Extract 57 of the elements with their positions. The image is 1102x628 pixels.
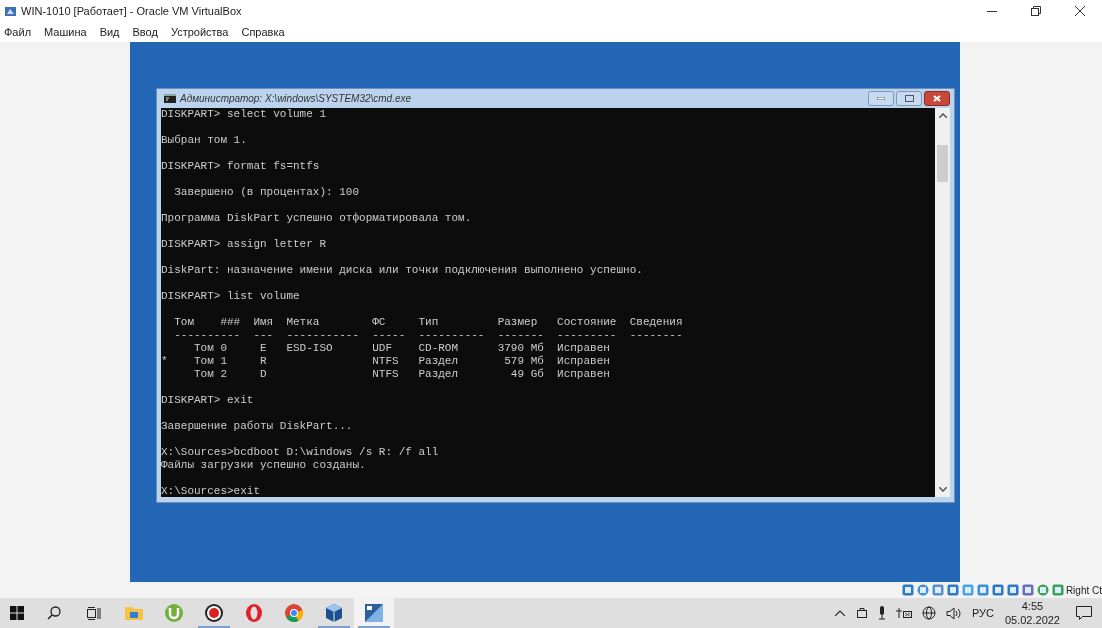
- menu-item[interactable]: Ввод: [132, 23, 158, 41]
- close-icon: [1075, 6, 1085, 16]
- console-line: Завершение работы DiskPart...: [161, 420, 353, 432]
- menu-item[interactable]: Машина: [44, 23, 87, 41]
- torrent-icon: [164, 603, 184, 623]
- console-line: Том ### Имя Метка ФС Тип Размер Состояние Сведения: [173, 316, 683, 328]
- console-line: Файлы загрузки успешно созданы.: [161, 459, 366, 471]
- search-icon: [47, 606, 61, 620]
- speaker-icon[interactable]: [945, 606, 962, 620]
- language-indicator[interactable]: РУС: [971, 604, 994, 622]
- scroll-thumb[interactable]: [937, 145, 948, 182]
- console-line: Том 0 E ESD-ISO UDF CD-ROM 3790 Мб Исправен: [193, 342, 610, 354]
- host-key-label: Right Ct: [1065, 583, 1102, 598]
- minimize-icon: [987, 10, 997, 12]
- chrome-icon: [284, 603, 304, 623]
- chevron-up-icon[interactable]: [834, 610, 845, 616]
- console-line: Выбран том 1.: [161, 134, 247, 146]
- close-button[interactable]: [924, 91, 950, 106]
- console-line: DISKPART> list volume: [161, 290, 300, 302]
- menu-item[interactable]: Вид: [99, 23, 120, 41]
- console-line: DISKPART> exit: [161, 394, 254, 406]
- clock[interactable]: 4:55 05.02.2022: [1004, 599, 1060, 627]
- console-line: X:\Sources>exit: [161, 485, 261, 497]
- opera-icon: [244, 603, 264, 623]
- app-tile-icon: [364, 603, 384, 623]
- scroll-up-icon: [938, 113, 947, 118]
- console-line: Том 2 D NTFS Раздел 49 Gб Исправен: [193, 368, 610, 380]
- console-line: DISKPART> format fs=ntfs: [161, 160, 320, 172]
- restore-icon: [1031, 6, 1041, 16]
- cube-icon: [324, 603, 344, 623]
- console-line: DISKPART> select volume 1: [161, 108, 327, 120]
- microphone-icon[interactable]: [877, 606, 886, 620]
- window-title: WIN-1010 [Работает] - Oracle VM VirtualBox: [21, 3, 242, 19]
- menu-item[interactable]: Устройства: [170, 23, 229, 41]
- console-line: DiskPart: назначение имени диска или точки подключения выполнено успешно.: [161, 264, 643, 276]
- console-line: X:\Sources>bcdboot D:\windows /s R: /f all: [161, 446, 439, 458]
- clock-time: 4:55: [1021, 599, 1044, 613]
- message-icon: [1076, 605, 1092, 621]
- maximize-icon: [904, 95, 914, 102]
- menu-item[interactable]: Справка: [241, 23, 285, 41]
- console-line: Программа DiskPart успешно отформатировала том.: [161, 212, 472, 224]
- app-icon: [4, 4, 17, 18]
- close-icon: [933, 95, 941, 102]
- window-title: Администратор: X:\windows\SYSTEM32\cmd.exe: [180, 92, 412, 106]
- minimize-icon: [877, 97, 885, 100]
- menu-item[interactable]: Файл: [4, 23, 32, 41]
- console-icon: [164, 94, 176, 103]
- console-line: DISKPART> assign letter R: [161, 238, 327, 250]
- console-line: Завершено (в процентах): 100: [173, 186, 360, 198]
- scroll-down-icon: [938, 487, 947, 492]
- record-icon: [204, 603, 224, 623]
- task-view-icon: [87, 606, 101, 620]
- console-line: * Том 1 R NTFS Раздел 579 Мб Исправен: [161, 355, 610, 367]
- windows-icon: [10, 606, 24, 620]
- scrollbar[interactable]: [935, 108, 950, 497]
- clock-date: 05.02.2022: [1004, 613, 1060, 627]
- console-line: ---------- --- ----------- ----- ---------- ------- --------- --------: [173, 329, 683, 341]
